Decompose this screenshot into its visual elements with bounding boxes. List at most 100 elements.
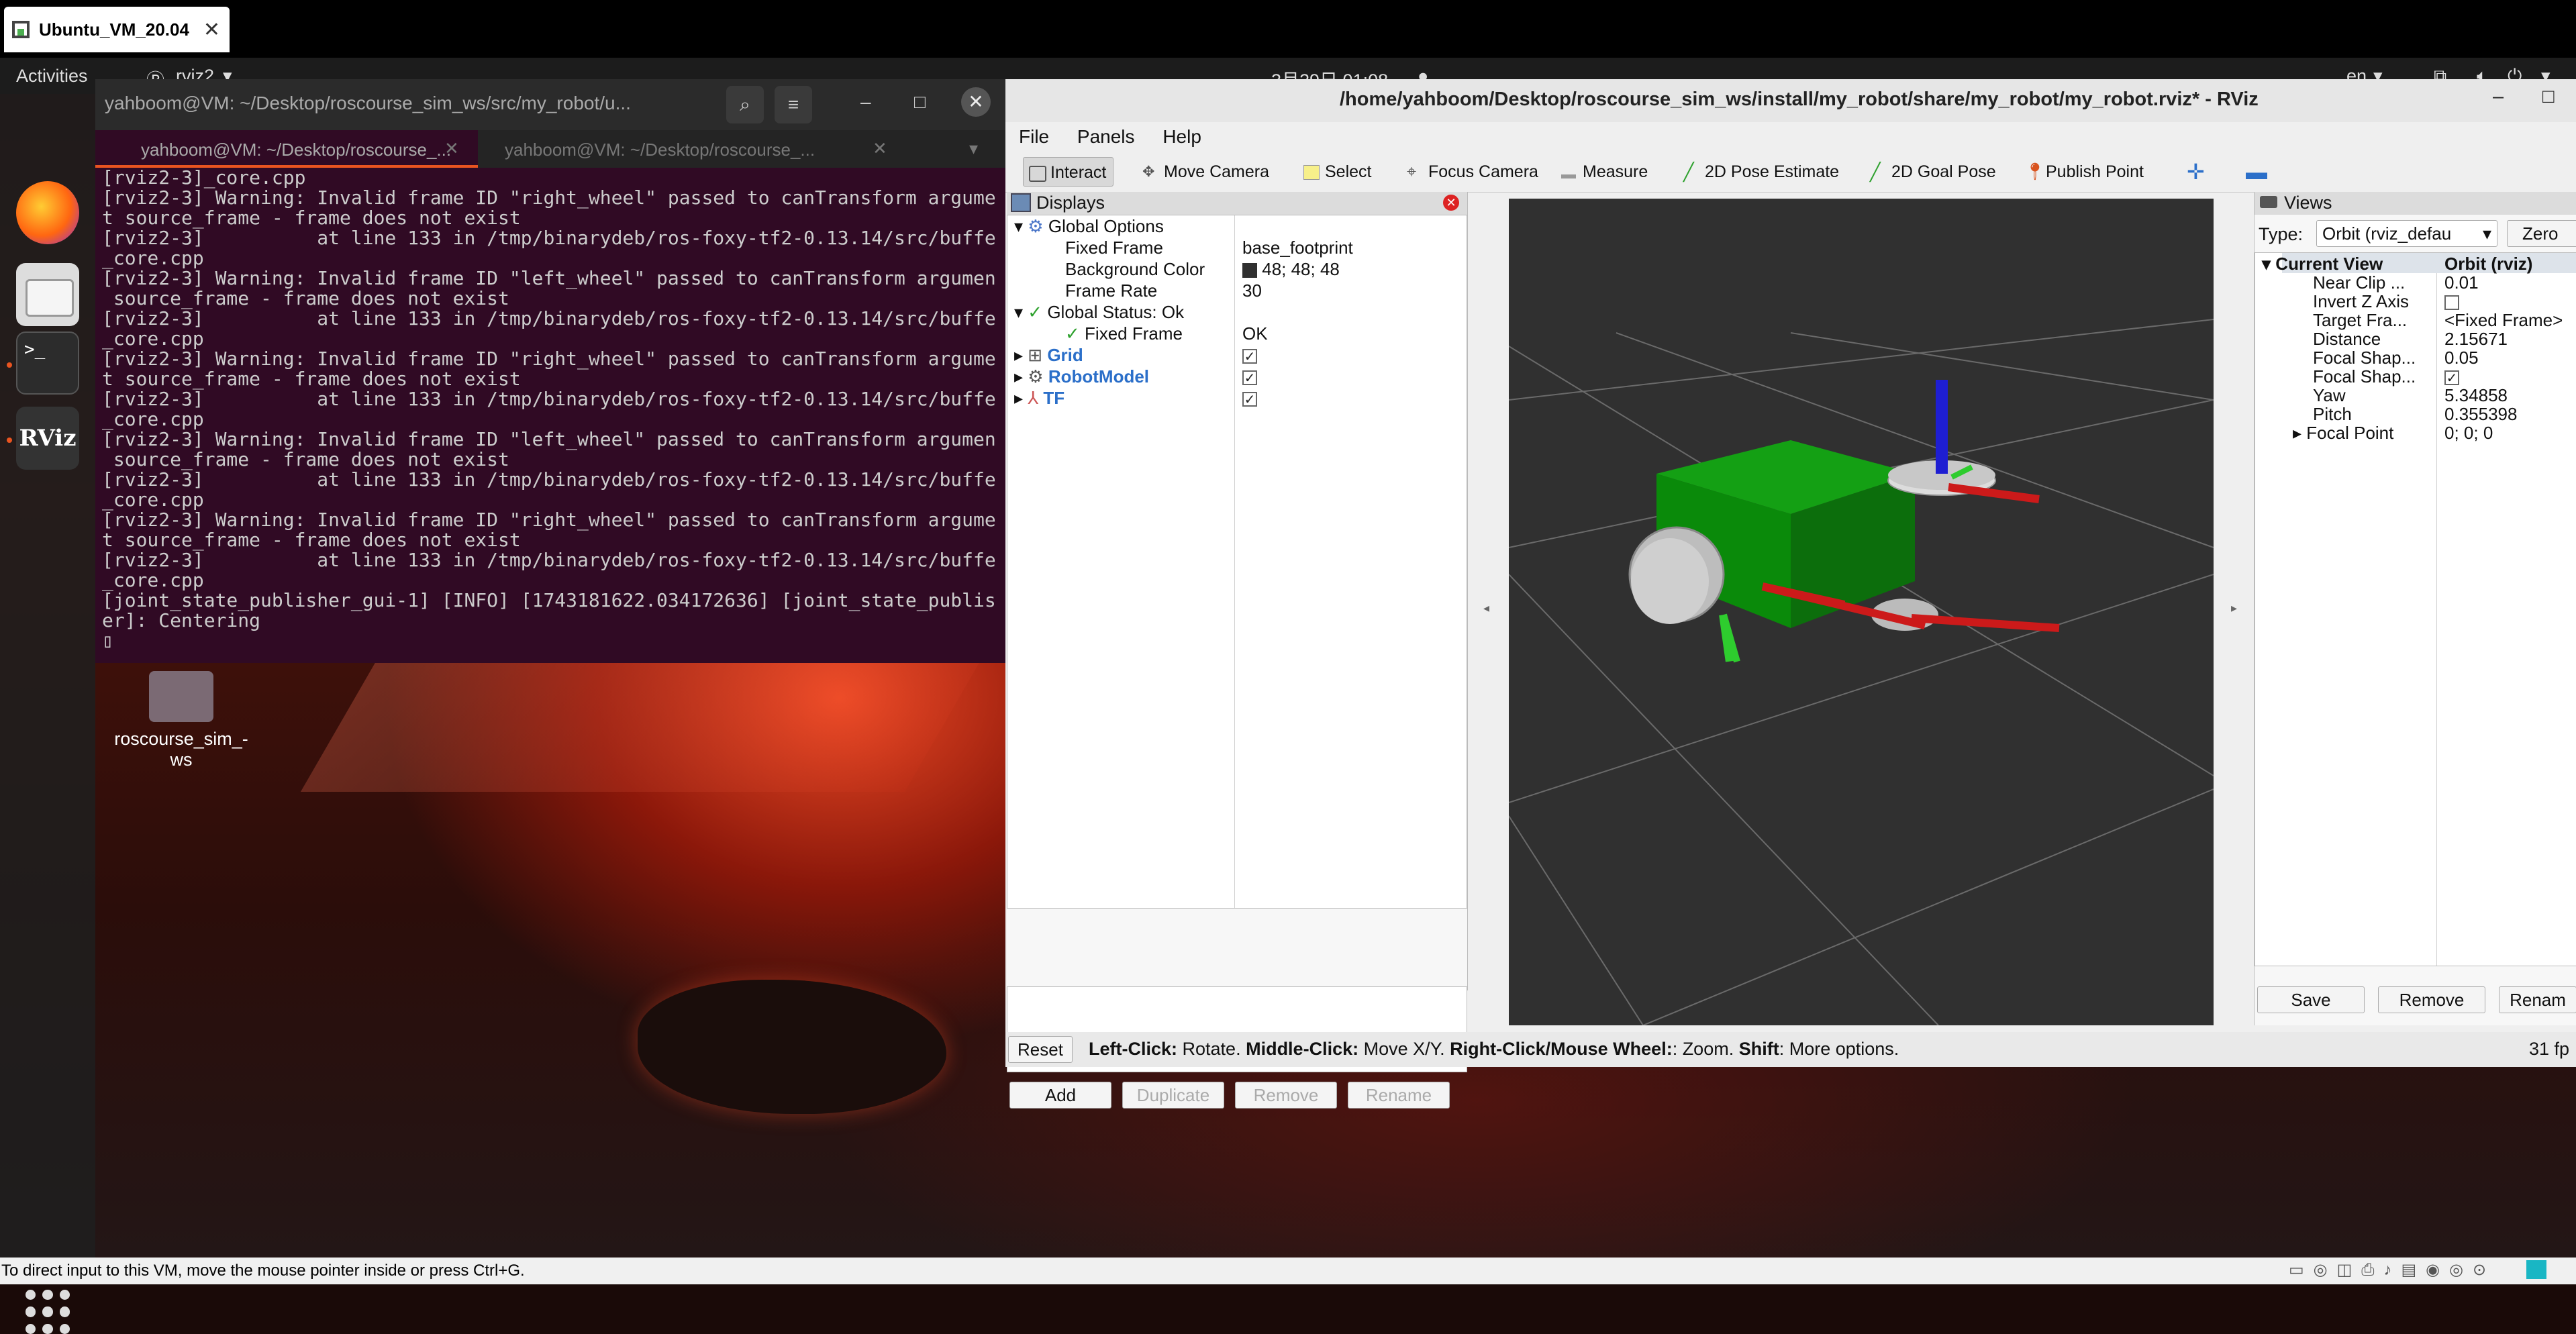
monitor-icon	[1011, 193, 1031, 212]
tree-row-robotmodel[interactable]: ▸ ⚙ RobotModel	[1014, 366, 1149, 387]
render-3d-view[interactable]	[1509, 199, 2214, 1025]
plus-icon[interactable]: ✛	[2180, 157, 2212, 187]
tool-move-camera[interactable]: ✥ Move Camera	[1137, 157, 1276, 187]
rename-view-button[interactable]: Renam	[2499, 986, 2576, 1013]
ruler-icon	[1561, 169, 1576, 178]
map-pin-icon: 📍︎	[2024, 162, 2046, 181]
vm-indicator-icon[interactable]	[2526, 1260, 2546, 1279]
robot-model	[1628, 380, 2060, 663]
device-icons[interactable]: ▭◎◫⎙♪▤◉◎⊙	[2289, 1260, 2495, 1280]
activities-button[interactable]: Activities	[16, 66, 88, 87]
color-swatch	[1242, 263, 1257, 278]
prop-bg-color-value[interactable]: 48; 48; 48	[1242, 258, 1340, 280]
vm-tab[interactable]: Ubuntu_VM_20.04 ✕	[4, 7, 230, 52]
expand-icon: ▸	[1014, 366, 1024, 387]
terminal-titlebar[interactable]: yahboom@VM: ~/Desktop/roscourse_sim_ws/s…	[95, 79, 1005, 130]
zero-button[interactable]: Zero	[2507, 220, 2576, 247]
save-view-button[interactable]: Save	[2257, 986, 2365, 1013]
terminal-icon[interactable]: >_	[16, 331, 79, 395]
desktop-folder[interactable]: roscourse_sim_- ws	[101, 671, 262, 770]
remove-display-button[interactable]: Remove	[1235, 1082, 1337, 1109]
check-icon: ✓	[1065, 323, 1080, 344]
rviz-titlebar[interactable]: /home/yahboom/Desktop/roscourse_sim_ws/i…	[1005, 79, 2576, 122]
search-icon[interactable]: ⌕	[726, 86, 764, 123]
tree-row-global-options[interactable]: ▾ ⚙ Global Options	[1014, 215, 1164, 237]
close-icon[interactable]: ✕	[873, 138, 887, 159]
terminal-tab-2[interactable]: yahboom@VM: ~/Desktop/roscourse_... ✕	[491, 130, 907, 168]
terminal-line: ▯	[102, 629, 113, 652]
duplicate-display-button[interactable]: Duplicate	[1122, 1082, 1224, 1109]
chevron-down-icon[interactable]: ▾	[969, 138, 978, 159]
prop-frame-rate-label: Frame Rate	[1065, 280, 1158, 301]
views-panel: Views Type: Orbit (rviz_defau ▾ Zero ▾ Cu…	[2254, 192, 2576, 1025]
maximize-icon[interactable]: □	[914, 91, 926, 113]
hamburger-menu-icon[interactable]: ≡	[775, 86, 812, 123]
tree-row-grid[interactable]: ▸ ⊞ Grid	[1014, 344, 1083, 366]
close-icon[interactable]: ✕	[203, 18, 220, 42]
grid-lines	[1509, 319, 2214, 1025]
green-arrow-icon: ╱	[1683, 162, 1694, 182]
gear-icon: ⚙	[1028, 216, 1044, 236]
tool-select[interactable]: Select	[1298, 157, 1378, 187]
tool-2d-goal-pose[interactable]: ╱ 2D Goal Pose	[1865, 157, 2003, 187]
robotmodel-checkbox[interactable]: ✓	[1242, 366, 1257, 387]
tool-publish-point[interactable]: 📍︎ Publish Point	[2019, 157, 2150, 187]
minus-icon[interactable]: ▬	[2239, 157, 2274, 187]
terminal-line: _core.cpp	[102, 247, 204, 269]
vm-tab-label: Ubuntu_VM_20.04	[39, 19, 189, 40]
tool-measure[interactable]: Measure	[1556, 157, 1654, 187]
vm-tabbar: Ubuntu_VM_20.04 ✕	[0, 0, 2576, 58]
files-icon[interactable]	[16, 263, 79, 326]
terminal-tabs: yahboom@VM: ~/Desktop/roscourse_... ✕ ya…	[95, 130, 1005, 168]
displays-tree[interactable]: ▾ ⚙ Global Options Fixed Frame base_foot…	[1007, 215, 1467, 909]
view-type-select[interactable]: Orbit (rviz_defau ▾	[2316, 220, 2497, 247]
add-display-button[interactable]: Add	[1009, 1082, 1111, 1109]
views-tree[interactable]: ▾ Current View Orbit (rviz) Near Clip ..…	[2255, 252, 2576, 966]
hand-icon	[1029, 166, 1046, 182]
menu-panels[interactable]: Panels	[1077, 122, 1135, 152]
minimize-icon[interactable]: –	[2493, 86, 2504, 108]
tf-checkbox[interactable]: ✓	[1242, 387, 1257, 409]
terminal-tab-label: yahboom@VM: ~/Desktop/roscourse_...	[141, 140, 452, 160]
firefox-icon[interactable]	[16, 181, 79, 244]
tool-focus-camera[interactable]: ⌖ Focus Camera	[1401, 157, 1545, 187]
close-icon[interactable]: ✕	[961, 87, 991, 117]
tree-row-global-status[interactable]: ▾ ✓ Global Status: Ok	[1014, 301, 1184, 323]
tree-row-tf[interactable]: ▸ ⅄ TF	[1014, 387, 1064, 409]
tool-2d-pose-estimate[interactable]: ╱ 2D Pose Estimate	[1678, 157, 1846, 187]
terminal-line: [rviz2-3] Warning: Invalid frame ID "rig…	[102, 187, 995, 209]
rviz-icon[interactable]: RViz	[16, 407, 79, 470]
focal-point-row[interactable]: ▸ Focal Point	[2293, 422, 2393, 444]
terminal-output[interactable]: [rviz2-3]_core.cpp [rviz2-3] Warning: Inv…	[95, 168, 995, 663]
terminal-line: [rviz2-3] Warning: Invalid frame ID "lef…	[102, 428, 995, 450]
prop-frame-rate-value[interactable]: 30	[1242, 280, 1262, 301]
prop-fixed-frame-value[interactable]: base_footprint	[1242, 237, 1353, 258]
close-icon[interactable]: ✕	[1443, 195, 1459, 211]
terminal-tab-1[interactable]: yahboom@VM: ~/Desktop/roscourse_... ✕	[95, 130, 478, 168]
minimize-icon[interactable]: –	[860, 91, 871, 113]
tool-interact[interactable]: Interact	[1023, 157, 1114, 187]
vm-icon	[12, 21, 30, 38]
terminal-line: [joint_state_publisher_gui-1] [INFO] [17…	[102, 589, 995, 611]
collapse-right-arrow-icon[interactable]: ▸	[2231, 601, 2237, 615]
menu-help[interactable]: Help	[1162, 122, 1201, 152]
column-divider	[2436, 253, 2437, 966]
terminal-window[interactable]: yahboom@VM: ~/Desktop/roscourse_sim_ws/s…	[95, 79, 1005, 663]
collapse-left-arrow-icon[interactable]: ◂	[1483, 601, 1489, 615]
rviz-window[interactable]: /home/yahboom/Desktop/roscourse_sim_ws/i…	[1005, 79, 2576, 1109]
show-applications-icon[interactable]	[26, 1290, 70, 1334]
terminal-line: _core.cpp	[102, 489, 204, 511]
view-prop-value[interactable]: 0; 0; 0	[2444, 422, 2493, 444]
camera-icon	[2260, 196, 2277, 208]
remove-view-button[interactable]: Remove	[2378, 986, 2485, 1013]
rename-display-button[interactable]: Rename	[1348, 1082, 1450, 1109]
menu-file[interactable]: File	[1019, 122, 1049, 152]
close-icon[interactable]: ✕	[444, 138, 459, 159]
terminal-line: [rviz2-3] at line 133 in /tmp/binarydeb/…	[102, 468, 995, 491]
grid-checkbox[interactable]: ✓	[1242, 344, 1257, 366]
maximize-icon[interactable]: □	[2542, 86, 2555, 108]
terminal-line: [rviz2-3] at line 133 in /tmp/binarydeb/…	[102, 307, 995, 329]
reset-button[interactable]: Reset	[1008, 1036, 1073, 1063]
grid-icon: ⊞	[1028, 345, 1043, 365]
tf-axes-icon: ⅄	[1028, 388, 1039, 408]
